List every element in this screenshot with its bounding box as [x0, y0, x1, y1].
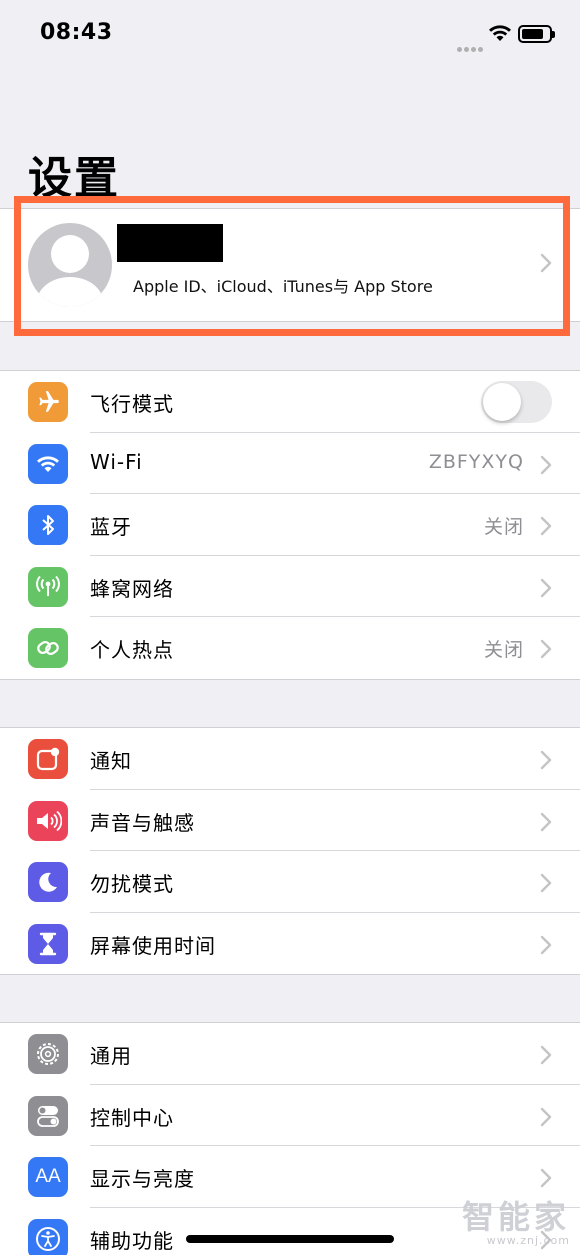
settings-row-airplane-mode[interactable]: 飞行模式 [0, 371, 580, 433]
settings-row-hotspot[interactable]: 个人热点 关闭 [0, 617, 580, 679]
screen-time-label: 屏幕使用时间 [90, 933, 216, 958]
status-bar: 08:43 [0, 0, 580, 70]
notifications-icon [28, 739, 68, 779]
settings-row-general[interactable]: 通用 [0, 1023, 580, 1085]
notifications-label: 通知 [90, 749, 132, 773]
connectivity-group: 飞行模式 Wi-Fi ZBFYXYQ 蓝牙 关闭 蜂窝网络 个人热点 关闭 [0, 370, 580, 680]
watermark: 智能家 www.znj.com [462, 1192, 570, 1247]
display-brightness-icon: AA [28, 1157, 68, 1197]
page-title: 设置 [28, 153, 120, 204]
chevron-right-icon [540, 516, 552, 536]
chevron-right-icon [540, 639, 552, 659]
gear-icon [28, 1034, 68, 1074]
wifi-icon [28, 443, 68, 484]
chevron-right-icon [540, 253, 552, 273]
apple-id-row[interactable]: Apple ID、iCloud、iTunes与 App Store [0, 208, 580, 322]
notifications-group: 通知 声音与触感 勿扰模式 屏幕使用时间 [0, 727, 580, 975]
chevron-right-icon [540, 1045, 552, 1065]
display-label: 显示与亮度 [90, 1167, 195, 1191]
cellular-label: 蜂窝网络 [90, 576, 174, 601]
apple-id-subtitle: Apple ID、iCloud、iTunes与 App Store [133, 277, 433, 296]
settings-row-control-center[interactable]: 控制中心 [0, 1085, 580, 1146]
settings-row-bluetooth[interactable]: 蓝牙 关闭 [0, 494, 580, 556]
hotspot-icon [28, 628, 68, 668]
bluetooth-icon [28, 505, 68, 545]
wifi-status-icon [488, 24, 512, 46]
airplane-icon [28, 382, 68, 422]
chevron-right-icon [540, 578, 552, 598]
settings-row-do-not-disturb[interactable]: 勿扰模式 [0, 851, 580, 913]
hourglass-icon [28, 923, 68, 964]
chevron-right-icon [540, 455, 552, 475]
wifi-value: ZBFYXYQ [428, 450, 524, 473]
moon-icon [28, 862, 68, 902]
wifi-label: Wi-Fi [90, 449, 143, 474]
chevron-right-icon [540, 812, 552, 832]
chevron-right-icon [540, 1168, 552, 1188]
hotspot-value: 关闭 [483, 639, 524, 661]
bluetooth-value: 关闭 [483, 516, 524, 538]
airplane-mode-toggle[interactable] [481, 381, 552, 423]
chevron-right-icon [540, 873, 552, 893]
accessibility-icon [28, 1218, 68, 1255]
control-center-label: 控制中心 [90, 1105, 174, 1130]
settings-row-wifi[interactable]: Wi-Fi ZBFYXYQ [0, 433, 580, 494]
sounds-label: 声音与触感 [90, 810, 195, 835]
redacted-name [117, 224, 223, 262]
cellular-signal-icon [457, 37, 485, 56]
airplane-mode-label: 飞行模式 [90, 392, 174, 416]
settings-row-notifications[interactable]: 通知 [0, 728, 580, 790]
chevron-right-icon [540, 750, 552, 770]
hotspot-label: 个人热点 [90, 638, 174, 662]
do-not-disturb-label: 勿扰模式 [90, 872, 174, 896]
watermark-text: 智能家 [461, 1198, 570, 1236]
settings-row-screen-time[interactable]: 屏幕使用时间 [0, 913, 580, 975]
battery-icon [518, 25, 555, 43]
avatar [28, 223, 112, 307]
sounds-icon [28, 800, 68, 841]
bluetooth-label: 蓝牙 [90, 515, 132, 539]
chevron-right-icon [540, 935, 552, 955]
cellular-icon [28, 566, 68, 607]
control-center-icon [28, 1095, 68, 1136]
general-label: 通用 [90, 1044, 132, 1068]
settings-row-sounds[interactable]: 声音与触感 [0, 790, 580, 851]
accessibility-label: 辅助功能 [90, 1228, 174, 1253]
chevron-right-icon [540, 1107, 552, 1127]
status-time: 08:43 [40, 20, 113, 45]
settings-row-cellular[interactable]: 蜂窝网络 [0, 556, 580, 617]
home-indicator[interactable] [186, 1235, 394, 1243]
